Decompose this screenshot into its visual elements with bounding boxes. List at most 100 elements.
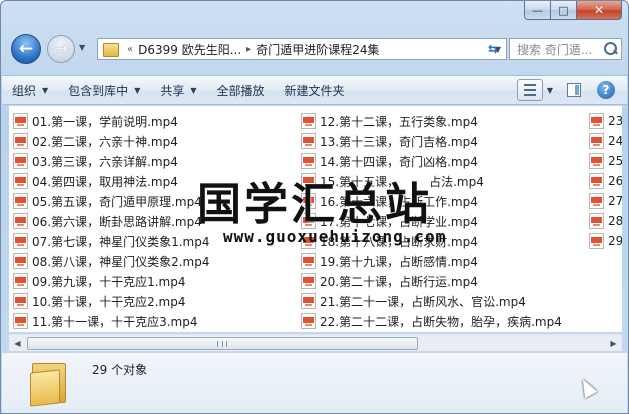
mp4-file-icon [589,193,604,209]
file-name: 06.第六课，断卦思路讲解.mp4 [32,214,202,229]
help-icon[interactable]: ? [597,81,615,99]
list-item[interactable]: 08.第八课，神星门仪类象2.mp4 [13,251,209,271]
list-item[interactable]: 09.第九课，十干克应1.mp4 [13,271,209,291]
list-item[interactable]: 01.第一课，学前说明.mp4 [13,111,209,131]
search-icon[interactable] [601,40,619,58]
list-item[interactable]: 29 [589,231,622,251]
new-folder-button[interactable]: 新建文件夹 [275,82,355,99]
change-view-button[interactable] [516,79,543,101]
list-item[interactable]: 12.第十二课，五行类象.mp4 [301,111,562,131]
maximize-button[interactable]: □ [551,1,577,20]
list-item[interactable]: 06.第六课，断卦思路讲解.mp4 [13,211,209,231]
address-overflow-chevron[interactable]: « [127,44,133,55]
list-item[interactable]: 22.第二十二课，占断失物，胎孕，疾病.mp4 [301,311,562,331]
list-item[interactable]: 03.第三课，六亲详解.mp4 [13,151,209,171]
file-name: 14.第十四课，奇门凶格.mp4 [320,154,478,169]
refresh-button[interactable]: ⇆ [481,38,505,60]
file-name: 21.第二十一课，占断风水、官讼.mp4 [320,294,526,309]
include-in-library-menu[interactable]: 包含到库中 ▼ [58,82,150,99]
file-column-3: 23 24 25 26 27 28 29 [589,111,622,251]
mp4-file-icon [589,233,604,249]
address-bar[interactable]: « D6399 欧先生阳... ▸ 奇门遁甲进阶课程24集 ▼ [97,38,507,60]
horizontal-scrollbar[interactable]: ◀ ▶ [9,334,622,351]
item-count: 29 个对象 [92,363,148,377]
close-button[interactable]: ✕ [577,1,622,20]
list-item[interactable]: 28 [589,211,622,231]
file-name: 02.第二课，六亲十神.mp4 [32,134,178,149]
list-item[interactable]: 27 [589,191,622,211]
mp4-file-icon [301,253,316,269]
list-item[interactable]: 20.第二十课，占断行运.mp4 [301,271,562,291]
grip-icon [217,341,227,347]
file-name: 04.第四课，取用神法.mp4 [32,174,178,189]
search-placeholder: 搜索 奇门遁... [517,42,593,57]
mp4-file-icon [13,193,28,209]
file-name: 22.第二十二课，占断失物，胎孕，疾病.mp4 [320,314,562,329]
list-item[interactable]: 24 [589,131,622,151]
scrollbar-thumb[interactable] [27,337,418,350]
mp4-file-icon [13,113,28,129]
search-input[interactable]: 搜索 奇门遁... [509,38,622,60]
view-options-dropdown-icon[interactable]: ▼ [547,86,553,95]
mp4-file-icon [301,133,316,149]
mp4-file-icon [13,233,28,249]
file-name: 27 [608,194,622,208]
mp4-file-icon [589,113,604,129]
minimize-button[interactable]: — [524,1,551,20]
folder-icon [102,42,120,57]
list-item[interactable]: 11.第十一课，十干克应3.mp4 [13,311,209,331]
mp4-file-icon [589,133,604,149]
list-item[interactable]: 13.第十三课，奇门吉格.mp4 [301,131,562,151]
mp4-file-icon [13,133,28,149]
mp4-file-icon [301,273,316,289]
file-name: 26 [608,174,622,188]
list-item[interactable]: 04.第四课，取用神法.mp4 [13,171,209,191]
file-name: 24 [608,134,622,148]
command-bar: 组织 ▼ 包含到库中 ▼ 共享 ▼ 全部播放 新建文件夹 ▼ ? [2,75,627,105]
file-name: 01.第一课，学前说明.mp4 [32,114,178,129]
breadcrumb-parent-folder[interactable]: D6399 欧先生阳... [138,41,241,58]
back-button[interactable]: ← [11,34,41,64]
file-name: 28 [608,214,622,228]
list-item[interactable]: 21.第二十一课，占断风水、官讼.mp4 [301,291,562,311]
mp4-file-icon [13,173,28,189]
file-name: 23 [608,114,622,128]
watermark-url: www.guoxuehuizong.com [223,227,447,246]
list-item[interactable]: 25 [589,151,622,171]
chevron-down-icon: ▼ [134,85,141,95]
organize-label: 组织 [12,83,37,98]
mp4-file-icon [589,213,604,229]
folder-front-shape [30,369,60,407]
watermark-title: 国学汇总站 [197,179,432,230]
list-item[interactable]: 10.第十课，十干克应2.mp4 [13,291,209,311]
file-name: 07.第七课，神星门仪类象1.mp4 [32,234,210,249]
list-item[interactable]: 07.第七课，神星门仪类象1.mp4 [13,231,209,251]
list-item[interactable]: 19.第十九课，占断感情.mp4 [301,251,562,271]
share-menu[interactable]: 共享 ▼ [150,82,206,99]
organize-menu[interactable]: 组织 ▼ [2,82,58,99]
preview-pane-icon[interactable] [567,83,581,97]
list-item[interactable]: 23 [589,111,622,131]
forward-button[interactable]: → [47,35,75,63]
folder-icon [30,359,68,407]
explorer-window: — □ ✕ ← → ▼ « D6399 欧先生阳... ▸ 奇门遁甲进阶课程24… [0,0,629,414]
mp4-file-icon [13,293,28,309]
details-pane: 29 个对象 [2,352,627,413]
play-all-button[interactable]: 全部播放 [207,82,275,99]
mp4-file-icon [13,153,28,169]
list-item[interactable]: 02.第二课，六亲十神.mp4 [13,131,209,151]
breadcrumb-current-folder[interactable]: 奇门遁甲进阶课程24集 [256,41,379,58]
file-name: 12.第十二课，五行类象.mp4 [320,114,478,129]
list-item[interactable]: 05.第五课，奇门遁甲原理.mp4 [13,191,209,211]
breadcrumb-separator-icon[interactable]: ▸ [246,44,251,55]
view-controls: ▼ ? [516,79,615,101]
recent-pages-dropdown-icon[interactable]: ▼ [79,43,85,52]
scroll-left-button[interactable]: ◀ [9,335,26,352]
mp4-file-icon [301,313,316,329]
mp4-file-icon [589,173,604,189]
list-item[interactable]: 26 [589,171,622,191]
share-label: 共享 [160,83,185,98]
mp4-file-icon [301,153,316,169]
scroll-right-button[interactable]: ▶ [605,335,622,352]
window-caption-buttons: — □ ✕ [524,1,622,20]
